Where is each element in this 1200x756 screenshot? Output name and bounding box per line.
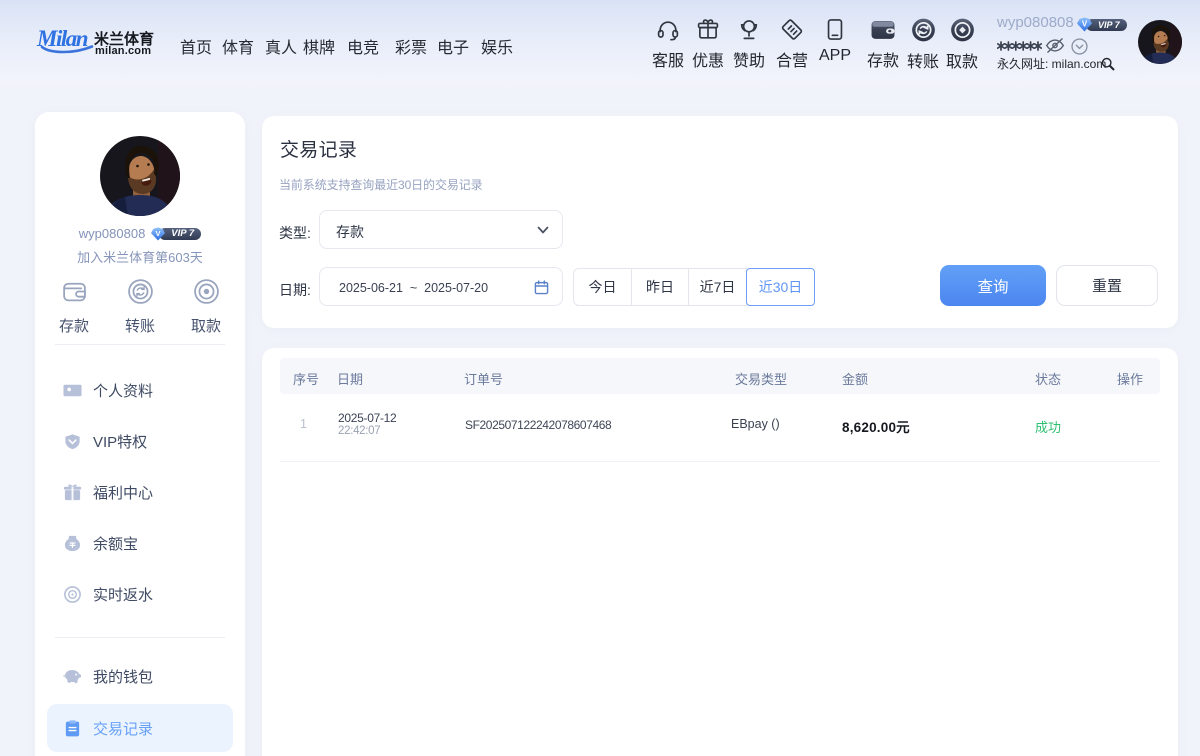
svg-text:V: V: [156, 229, 161, 238]
svg-text:V: V: [1082, 20, 1088, 29]
